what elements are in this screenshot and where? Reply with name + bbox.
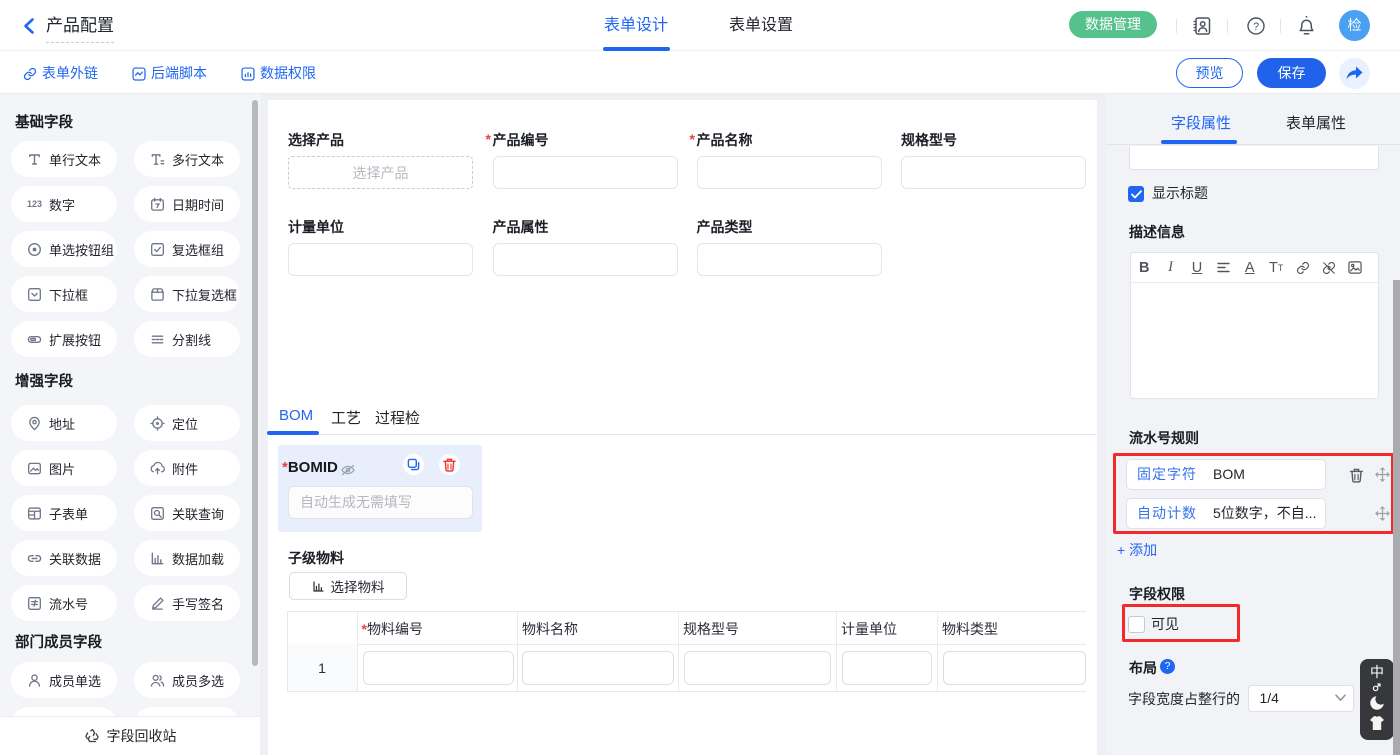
svg-text:?: ?: [1253, 21, 1259, 33]
